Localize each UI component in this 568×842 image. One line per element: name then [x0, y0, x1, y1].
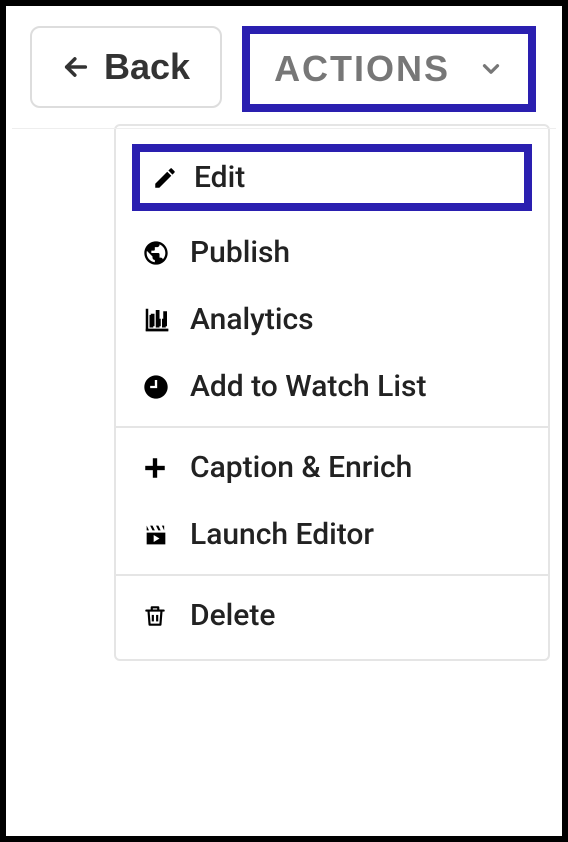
actions-dropdown-menu: Edit Publish Analytics: [114, 124, 550, 661]
menu-item-analytics[interactable]: Analytics: [116, 286, 548, 353]
trash-icon: [142, 602, 190, 630]
chevron-down-icon: [478, 56, 504, 82]
menu-item-edit[interactable]: Edit: [132, 144, 532, 211]
menu-item-publish[interactable]: Publish: [116, 219, 548, 286]
actions-dropdown-button[interactable]: ACTIONS: [242, 26, 536, 112]
menu-item-launch-editor[interactable]: Launch Editor: [116, 501, 548, 568]
arrow-left-icon: [62, 53, 90, 81]
menu-item-label: Edit: [194, 160, 245, 195]
menu-item-label: Add to Watch List: [190, 369, 426, 404]
menu-item-caption-enrich[interactable]: Caption & Enrich: [116, 434, 548, 501]
menu-item-label: Launch Editor: [190, 517, 374, 552]
menu-item-label: Analytics: [190, 302, 314, 337]
menu-item-watch-list[interactable]: Add to Watch List: [116, 353, 548, 420]
menu-item-label: Publish: [190, 235, 290, 270]
back-button[interactable]: Back: [30, 26, 222, 108]
bar-chart-icon: [142, 305, 190, 335]
menu-item-label: Caption & Enrich: [190, 450, 412, 485]
globe-icon: [142, 239, 190, 267]
pencil-icon: [152, 165, 194, 191]
plus-icon: [142, 455, 190, 481]
menu-item-label: Delete: [190, 598, 275, 633]
clapper-icon: [142, 521, 190, 549]
actions-label: ACTIONS: [274, 48, 450, 90]
menu-item-delete[interactable]: Delete: [116, 582, 548, 649]
clock-icon: [142, 373, 190, 401]
back-label: Back: [104, 46, 190, 88]
